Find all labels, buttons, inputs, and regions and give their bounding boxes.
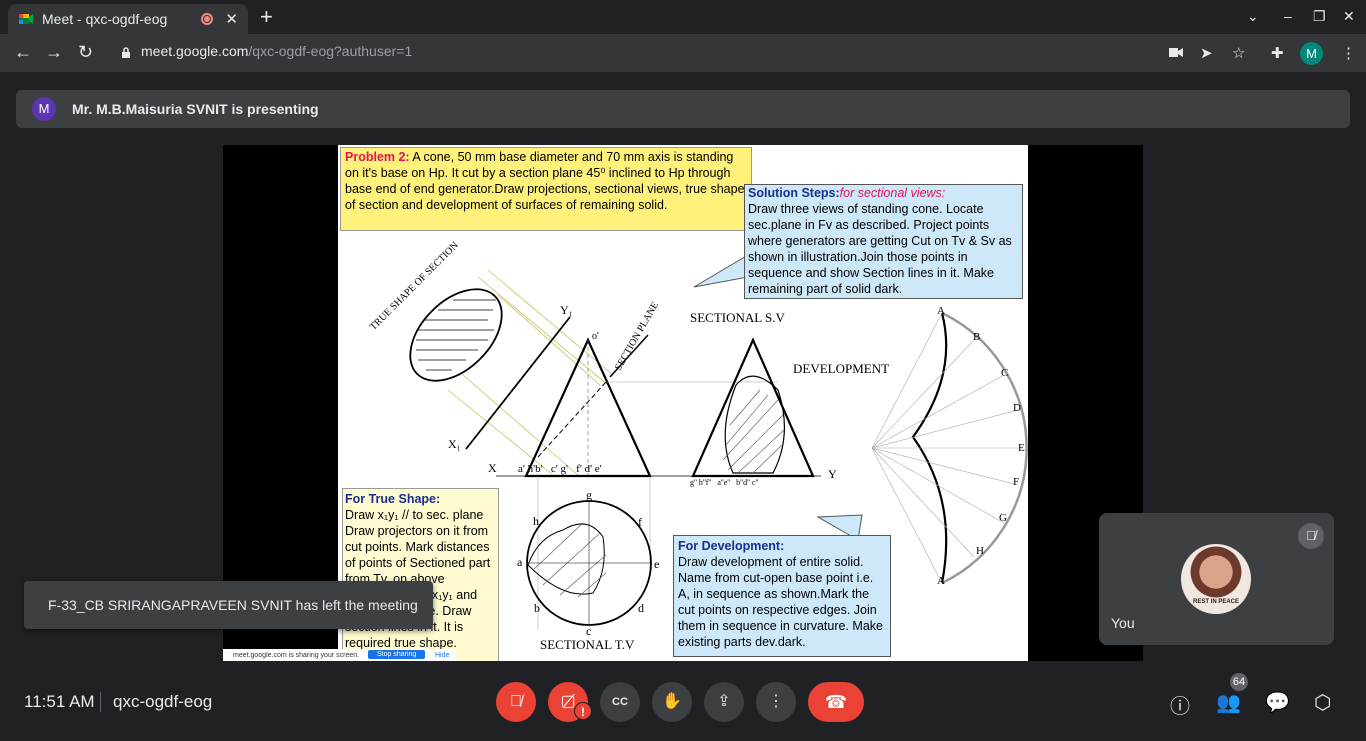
dev-point-G: G — [999, 512, 1007, 524]
tv-point-g: g — [586, 488, 592, 502]
send-tab-icon[interactable]: ➤ — [1200, 44, 1213, 62]
hide-share-bar-link[interactable]: Hide — [435, 652, 449, 659]
divider — [100, 692, 101, 712]
true-shape-ellipse — [409, 269, 614, 476]
apex-label: o' — [592, 331, 599, 342]
steps-text: Draw three views of standing cone. Locat… — [748, 202, 1012, 296]
raise-hand-button[interactable]: ✋ — [652, 682, 692, 722]
forward-icon[interactable]: → — [45, 43, 63, 61]
mic-off-button[interactable]: 🎙̸ — [496, 682, 536, 722]
dev-point-D: D — [1013, 402, 1021, 414]
sectional-top-view — [526, 500, 652, 626]
x1-label: X₁ — [448, 437, 461, 451]
address-toolbar: ← → ↻ meet.google.com/qxc-ogdf-eog?authu… — [0, 34, 1366, 72]
problem-label: Problem 2: — [345, 150, 410, 164]
url-field[interactable]: meet.google.com/qxc-ogdf-eog?authuser=1 — [141, 43, 412, 59]
browser-tab-strip: Meet - qxc-ogdf-eog ✕ + ⌄ – ❐ ✕ — [0, 0, 1366, 34]
stop-sharing-button[interactable]: Stop sharing — [368, 650, 426, 659]
camera-alert-badge: ! — [574, 702, 592, 720]
tv-point-a: a — [517, 555, 523, 569]
development-label: For Development: — [678, 539, 785, 553]
tv-point-b: b — [534, 601, 540, 615]
url-domain: meet.google.com — [141, 43, 249, 59]
new-tab-button[interactable]: + — [260, 6, 273, 28]
participant-count-badge: 64 — [1230, 673, 1248, 691]
share-notice: meet.google.com is sharing your screen. — [233, 652, 360, 659]
toast-text: F-33_CB SRIRANGAPRAVEEN SVNIT has left t… — [48, 597, 418, 613]
dev-point-F: F — [1013, 476, 1020, 488]
true-shape-box: For True Shape: Draw x₁y₁ // to sec. pla… — [342, 488, 499, 661]
present-screen-button[interactable]: ⇪ — [704, 682, 744, 722]
current-time: 11:51 AM — [24, 692, 95, 711]
tv-point-c: c — [586, 624, 592, 638]
development-drawing — [871, 311, 1028, 585]
side-view-base-labels: g'' h''f'' a''e'' b''d'' c'' — [690, 478, 759, 487]
browser-menu-icon[interactable]: ⋮ — [1341, 44, 1356, 62]
meet-favicon-icon — [19, 14, 33, 24]
bookmark-star-icon[interactable]: ☆ — [1232, 44, 1245, 62]
tv-point-f: f — [638, 515, 642, 529]
dev-point-A-bottom: A — [937, 575, 945, 587]
solution-steps-box: Solution Steps:for sectional views: Draw… — [744, 184, 1023, 299]
back-icon[interactable]: ← — [14, 43, 32, 61]
meeting-details-icon[interactable]: ⓘ — [1170, 690, 1190, 719]
participant-left-toast: F-33_CB SRIRANGAPRAVEEN SVNIT has left t… — [24, 581, 433, 629]
presenting-text: Mr. M.B.Maisuria SVNIT is presenting — [72, 101, 319, 117]
steps-sub: for sectional views: — [839, 186, 946, 200]
self-video-tile[interactable]: 🎙̸ REST IN PEACE You — [1099, 513, 1334, 645]
extensions-icon[interactable]: ✚ — [1271, 44, 1284, 62]
people-icon[interactable]: 👥 — [1216, 690, 1241, 715]
steps-label: Solution Steps: — [748, 186, 840, 200]
maximize-icon[interactable]: ❐ — [1313, 8, 1326, 25]
close-window-icon[interactable]: ✕ — [1343, 8, 1355, 25]
tab-title: Meet - qxc-ogdf-eog — [42, 11, 168, 27]
y-label: Y — [828, 467, 837, 481]
sectional-sv-label: SECTIONAL S.V — [690, 310, 785, 325]
dev-point-E: E — [1018, 442, 1025, 454]
presentation-slide: Problem 2: A cone, 50 mm base diameter a… — [338, 145, 1028, 661]
development-title: DEVELOPMENT — [793, 361, 890, 376]
photo-caption: REST IN PEACE — [1192, 599, 1239, 605]
captions-button[interactable]: CC — [600, 682, 640, 722]
lock-icon — [122, 47, 130, 58]
screen-share-bar: meet.google.com is sharing your screen. … — [223, 649, 456, 661]
chat-icon[interactable]: 💬 — [1265, 690, 1290, 715]
problem-box: Problem 2: A cone, 50 mm base diameter a… — [340, 147, 752, 231]
true-shape-label: For True Shape: — [345, 492, 441, 506]
tv-point-e: e — [654, 557, 660, 571]
y1-label: Y₁ — [560, 303, 573, 317]
self-label: You — [1111, 615, 1135, 631]
dev-point-B: B — [973, 331, 981, 343]
presenter-avatar: M — [32, 97, 56, 121]
camera-in-use-icon[interactable] — [1169, 47, 1183, 58]
profile-avatar[interactable]: M — [1300, 42, 1323, 65]
minimize-icon[interactable]: – — [1284, 8, 1292, 24]
front-view-base-labels: a' h'b' c' g' f' d' e' — [518, 463, 602, 475]
tab-search-icon[interactable]: ⌄ — [1247, 8, 1259, 25]
self-avatar: REST IN PEACE — [1181, 544, 1251, 614]
meeting-code[interactable]: qxc-ogdf-eog — [113, 692, 212, 712]
dev-point-C: C — [1001, 367, 1009, 379]
url-path: /qxc-ogdf-eog?authuser=1 — [248, 43, 413, 59]
development-box: For Development: Draw development of ent… — [673, 535, 891, 657]
dev-point-A-top: A — [937, 305, 945, 317]
muted-mic-icon: 🎙̸ — [1298, 523, 1324, 549]
leave-call-button[interactable]: ☎ — [808, 682, 864, 722]
close-tab-icon[interactable]: ✕ — [225, 10, 238, 28]
browser-tab[interactable]: Meet - qxc-ogdf-eog ✕ — [8, 4, 248, 34]
more-options-button[interactable]: ⋮ — [756, 682, 796, 722]
recording-indicator-icon — [201, 13, 214, 25]
meet-control-bar: 11:51 AM qxc-ogdf-eog 🎙̸ ▢̸ ! CC ✋ ⇪ ⋮ ☎… — [0, 670, 1366, 741]
reload-icon[interactable]: ↻ — [78, 43, 93, 61]
tv-point-h: h — [533, 514, 539, 528]
presenting-banner: M Mr. M.B.Maisuria SVNIT is presenting — [16, 90, 1350, 128]
activities-icon[interactable]: ⬡ — [1314, 690, 1331, 715]
tv-point-d: d — [638, 601, 644, 615]
sectional-tv-label: SECTIONAL T.V — [540, 637, 635, 652]
dev-point-H: H — [976, 545, 984, 557]
x-label: X — [488, 461, 497, 475]
development-text: Draw development of entire solid. Name f… — [678, 555, 883, 649]
